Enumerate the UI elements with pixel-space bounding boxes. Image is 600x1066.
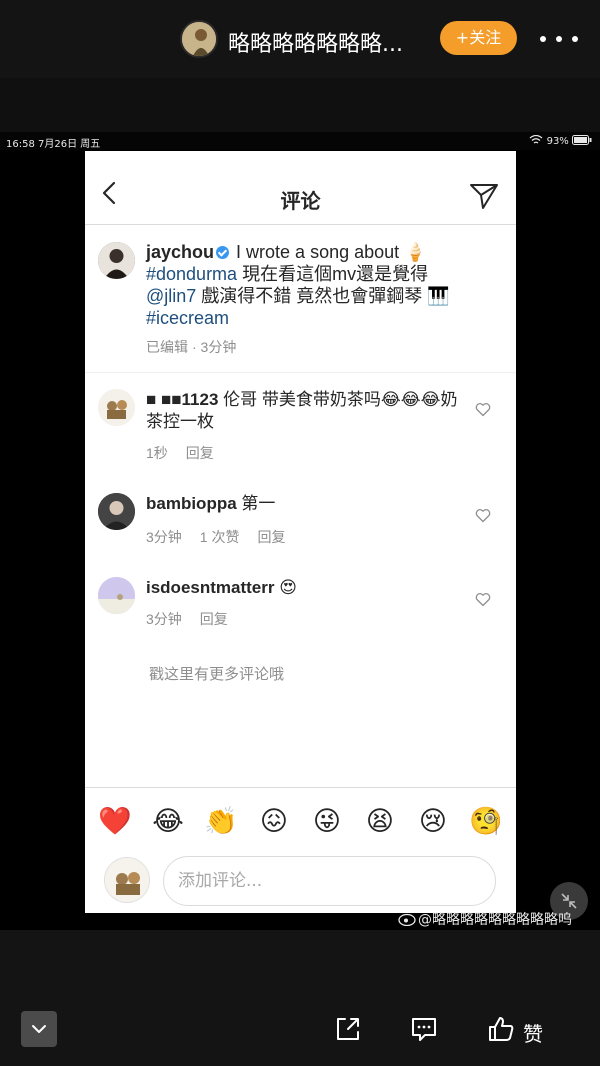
emoji-wink-tongue[interactable]: 😜 <box>310 804 344 838</box>
comment-meta: 3分钟 1 次赞 回复 <box>146 529 286 545</box>
comment-composer: 添加评论... <box>85 853 516 913</box>
comments-screen: 评论 jaychou I wrote a song about 🍦 #dondu… <box>85 151 516 913</box>
emoji-clap[interactable]: 👏 <box>204 804 238 838</box>
comment-text: isdoesntmatterr 😍 <box>146 578 297 597</box>
emoji-quick-bar: ❤️ 😂 👏 😖 😜 😫 😢 🧐 <box>85 787 516 853</box>
viewer-top-bar: 略略略略略略略... +关注 <box>0 0 600 78</box>
comment-input[interactable]: 添加评论... <box>163 856 496 906</box>
emoji-heart[interactable]: ❤️ <box>98 804 132 838</box>
hashtag-link[interactable]: #icecream <box>146 308 229 328</box>
avatar[interactable] <box>98 493 135 530</box>
share-icon[interactable] <box>333 1014 363 1044</box>
reply-button[interactable]: 回复 <box>257 529 285 545</box>
hashtag-link[interactable]: #dondurma <box>146 264 237 284</box>
reply-button[interactable]: 回复 <box>200 611 228 627</box>
paper-plane-icon[interactable] <box>469 182 499 210</box>
comment-username[interactable]: isdoesntmatterr <box>146 578 274 597</box>
more-comments-link[interactable]: 戳这里有更多评论哦 <box>149 663 284 684</box>
heart-icon[interactable] <box>475 508 491 523</box>
comment-item: ■ ■■1123 伦哥 带美食带奶茶吗😂😂😂奶茶控一枚 1秒 回复 <box>85 387 516 467</box>
wifi-icon <box>529 134 543 144</box>
comment-item: bambioppa 第一 3分钟 1 次赞 回复 <box>85 491 516 551</box>
follow-button[interactable]: +关注 <box>440 21 517 55</box>
page-title: 评论 <box>280 189 321 213</box>
emoji-crying[interactable]: 😢 <box>416 804 450 838</box>
verified-badge-icon <box>216 246 230 259</box>
battery-icon <box>572 135 592 145</box>
author-name[interactable]: 略略略略略略略... <box>228 26 403 58</box>
avatar[interactable] <box>98 577 135 614</box>
emoji-tired[interactable]: 😫 <box>363 804 397 838</box>
caption-text: jaychou I wrote a song about 🍦 #dondurma… <box>146 242 450 328</box>
avatar[interactable] <box>98 242 135 279</box>
more-dots-icon[interactable] <box>534 25 584 51</box>
like-label[interactable]: 赞 <box>523 1018 543 1047</box>
comment-username[interactable]: bambioppa <box>146 494 237 513</box>
comment-text: ■ ■■1123 伦哥 带美食带奶茶吗😂😂😂奶茶控一枚 <box>146 390 458 431</box>
my-avatar <box>104 857 150 903</box>
watermark: @略略略略略略略略略呜 <box>398 909 572 929</box>
heart-icon[interactable] <box>475 592 491 607</box>
status-battery: 93% <box>529 134 592 147</box>
emoji-confounded[interactable]: 😖 <box>257 804 291 838</box>
emoji-laughing[interactable]: 😂 <box>151 804 185 838</box>
like-count[interactable]: 1 次赞 <box>200 529 240 545</box>
collapse-button[interactable] <box>21 1011 57 1047</box>
comment-item: isdoesntmatterr 😍 3分钟 回复 <box>85 575 516 635</box>
author-avatar[interactable] <box>180 20 218 58</box>
heart-icon[interactable] <box>475 402 491 417</box>
comment-username[interactable]: ■ ■■1123 <box>146 390 218 409</box>
thumbs-up-icon[interactable] <box>486 1014 516 1044</box>
mention-link[interactable]: @jlin7 <box>146 286 196 306</box>
emoji-monocle[interactable]: 🧐 <box>469 804 503 838</box>
reply-button[interactable]: 回复 <box>186 445 214 461</box>
post-meta: 已编辑 · 3分钟 <box>146 339 237 355</box>
post-username[interactable]: jaychou <box>146 242 214 262</box>
avatar[interactable] <box>98 389 135 426</box>
comments-header: 评论 <box>85 151 516 225</box>
chevron-down-icon <box>32 1025 46 1033</box>
inner-status-bar: 16:58 7月26日 周五 93% <box>0 132 600 150</box>
post-caption: jaychou I wrote a song about 🍦 #dondurma… <box>85 225 516 373</box>
weibo-logo-icon <box>398 913 416 927</box>
comment-meta: 1秒 回复 <box>146 445 214 461</box>
comment-text: bambioppa 第一 <box>146 494 276 513</box>
status-time: 16:58 7月26日 周五 <box>6 139 101 150</box>
comment-icon[interactable] <box>409 1014 439 1044</box>
viewer-bottom-bar: 赞 <box>0 930 600 1066</box>
comment-meta: 3分钟 回复 <box>146 611 228 627</box>
